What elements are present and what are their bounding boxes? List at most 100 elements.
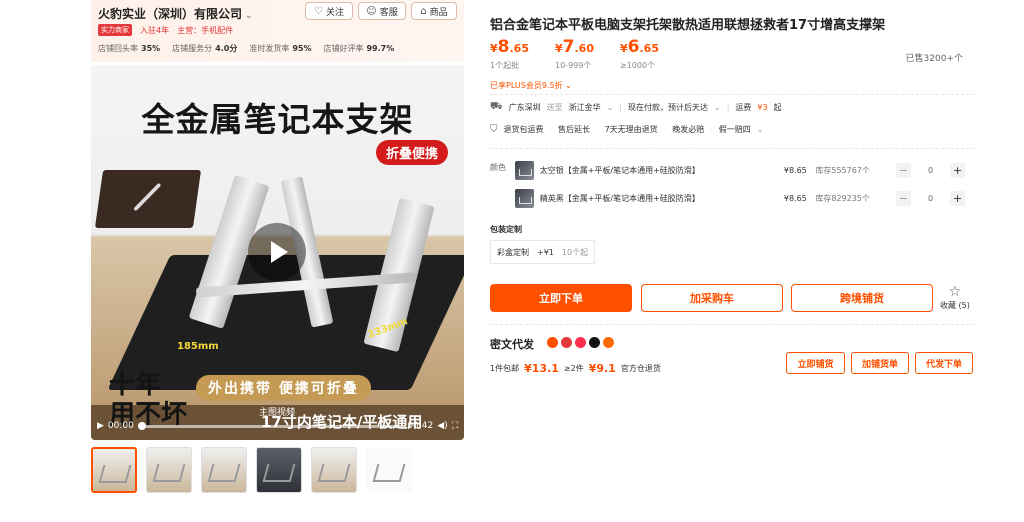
sku-thumbnail[interactable] xyxy=(515,188,534,208)
sku-name: 太空银【金属+平板/笔记本通用+硅胶防滑】 xyxy=(539,165,700,175)
ship-to[interactable]: 浙江金华 xyxy=(569,102,601,113)
divider xyxy=(490,94,974,95)
add-to-cart-button[interactable]: 加采购车 xyxy=(641,284,783,312)
thumbnail-image[interactable] xyxy=(201,447,247,493)
service-item: 售后延长 xyxy=(558,125,591,134)
play-small-icon[interactable]: ▶ xyxy=(97,421,104,431)
increment-button[interactable]: + xyxy=(950,190,965,206)
sku-row: 精英黑【金属+平板/笔记本通用+硅胶防滑】 ¥8.65 库存829235个 − … xyxy=(515,188,965,208)
platform-icons xyxy=(547,337,614,348)
shop-header: 火豹实业（深圳）有限公司 ⌄ ♡ 关注 ☺ 客服 ⌂ 商品 实力商家 入驻4年 主营：手… xyxy=(91,0,464,62)
product-title: 铝合金笔记本平板电脑支架托架散热适用联想拯救者17寸增高支撑架 xyxy=(490,18,886,33)
star-icon: ☆ xyxy=(948,284,962,300)
decrement-button[interactable]: − xyxy=(896,162,911,178)
metric-positive-rate: 店铺好评率 99.7% xyxy=(323,44,395,53)
hero-title: 全金属笔记本支架 xyxy=(141,100,414,139)
xiaohongshu-icon xyxy=(575,337,586,348)
douyin-icon xyxy=(589,337,600,348)
hero-tag: 折叠便携 xyxy=(375,140,448,165)
favorite-button[interactable]: ☆ 收藏 (5) xyxy=(940,284,970,311)
thumbnail-image[interactable] xyxy=(366,447,412,493)
dropship-pricing: 1件包邮 ¥13.1 ≥2件 ¥9.1 官方仓退货 xyxy=(490,362,661,375)
follow-button[interactable]: ♡ 关注 xyxy=(305,2,353,20)
decrement-button[interactable]: − xyxy=(896,190,911,206)
customer-service-button[interactable]: ☺ 客服 xyxy=(358,2,406,20)
hero-pill: 外出携带 便携可折叠 xyxy=(196,375,371,401)
chevron-down-icon[interactable]: ⌄ xyxy=(714,103,721,112)
metric-service-score: 店铺服务分 4.0分 xyxy=(172,44,238,53)
price-tier: ¥8.65 1个起批 xyxy=(490,37,529,70)
thumbnail-video[interactable] xyxy=(91,447,137,493)
delivery-estimate[interactable]: 现在付款，预计后天达 xyxy=(628,102,708,113)
shop-products-button[interactable]: ⌂ 商品 xyxy=(411,2,457,20)
truck-icon: ⛟ xyxy=(490,101,503,112)
service-item: 7天无理由退货 xyxy=(604,125,658,134)
sku-name: 精英黑【金属+平板/笔记本通用+硅胶防滑】 xyxy=(539,193,700,203)
service-item: 假一赔四 xyxy=(718,125,751,134)
dropship-title: 密文代发 xyxy=(490,338,534,351)
fullscreen-icon[interactable]: ⛶ xyxy=(452,421,458,431)
buy-now-button[interactable]: 立即下单 xyxy=(490,284,632,312)
sold-count: 已售3200+个 xyxy=(905,54,963,64)
cross-border-button[interactable]: 跨境铺货 xyxy=(791,284,933,312)
add-list-button[interactable]: 加铺货单 xyxy=(851,352,909,374)
main-video-caption: 主图视频 xyxy=(259,408,296,418)
thumbnail-strip xyxy=(91,447,412,493)
time-total: 00:42 xyxy=(407,421,434,431)
divider xyxy=(490,324,974,325)
service-item: 晚发必赔 xyxy=(672,125,705,134)
increment-button[interactable]: + xyxy=(950,162,965,178)
chevron-down-icon[interactable]: ⌄ xyxy=(757,125,764,134)
dimension-width: 185mm xyxy=(177,341,219,352)
shop-metrics: 店铺回头率 35% 店铺服务分 4.0分 准时发货率 95% 店铺好评率 99.7% xyxy=(98,43,394,54)
video-controls[interactable]: ▶ 00:00 00:42 ◀) ⛶ xyxy=(97,418,458,434)
chevron-down-icon[interactable]: ⌄ xyxy=(245,11,253,21)
freight-price: ¥3 xyxy=(757,103,768,112)
main-product-video[interactable]: 全金属笔记本支架 折叠便携 185mm 233mm 17寸内笔记本/平板通用 十… xyxy=(91,65,464,440)
service-guarantees[interactable]: ⛉ 退货包运费 · 售后延长 · 7天无理由退货 · 晚发必赔 · 假一赔四 ⌄ xyxy=(490,124,763,135)
chat-icon: ☺ xyxy=(366,5,377,17)
price-tier: ¥6.65 ≥1000个 xyxy=(620,37,659,70)
plus-discount[interactable]: 已享PLUS会员9.5折 ⌄ xyxy=(490,80,572,91)
taobao-icon xyxy=(547,337,558,348)
chevron-down-icon[interactable]: ⌄ xyxy=(607,103,614,112)
quantity-input[interactable]: 0 xyxy=(911,194,950,203)
sku-price: ¥8.65 xyxy=(783,193,807,203)
notebook-illustration xyxy=(94,170,202,228)
shield-icon: ⛉ xyxy=(490,124,498,135)
freight-label: 运费 xyxy=(735,103,752,112)
play-icon[interactable] xyxy=(248,223,306,281)
main-business: 主营：手机配件 xyxy=(177,25,234,35)
sku-thumbnail[interactable] xyxy=(515,160,534,180)
packaging-option[interactable]: 彩盒定制 +¥1 10个起 xyxy=(490,240,596,264)
dropship-order-button[interactable]: 代发下单 xyxy=(915,352,973,374)
sku-price: ¥8.65 xyxy=(783,165,807,175)
metric-repurchase: 店铺回头率 35% xyxy=(98,44,161,53)
shop-badges: 实力商家 入驻4年 主营：手机配件 xyxy=(98,24,233,36)
shop-name[interactable]: 火豹实业（深圳）有限公司 ⌄ xyxy=(98,5,253,22)
quantity-input[interactable]: 0 xyxy=(911,166,950,175)
thumbnail-image[interactable] xyxy=(256,447,302,493)
strength-merchant-badge: 实力商家 xyxy=(98,24,132,36)
store-icon: ⌂ xyxy=(420,5,427,17)
progress-knob[interactable] xyxy=(137,421,146,430)
metric-ontime-shipping: 准时发货率 95% xyxy=(249,44,312,53)
volume-icon[interactable]: ◀) xyxy=(437,421,447,431)
heart-icon: ♡ xyxy=(314,5,323,17)
shop-years: 入驻4年 xyxy=(140,25,170,35)
chevron-down-icon: ⌄ xyxy=(565,81,572,90)
sku-color-label: 颜色 xyxy=(490,163,506,172)
service-item: 退货包运费 xyxy=(503,125,544,134)
thumbnail-image[interactable] xyxy=(146,447,192,493)
pen-illustration xyxy=(133,182,162,212)
divider xyxy=(490,148,974,149)
kuaishou-icon xyxy=(603,337,614,348)
shipping-row: ⛟ 广东深圳 送至 浙江金华 ⌄ | 现在付款，预计后天达 ⌄ | 运费 ¥3 … xyxy=(490,101,782,113)
packaging-label: 包装定制 xyxy=(490,225,522,234)
time-current: 00:00 xyxy=(107,421,134,431)
thumbnail-image[interactable] xyxy=(311,447,357,493)
sku-stock: 库存555767个 xyxy=(815,165,870,175)
instant-list-button[interactable]: 立即铺货 xyxy=(786,352,845,374)
video-progress-bar[interactable] xyxy=(137,421,404,430)
ship-from: 广东深圳 xyxy=(508,103,541,112)
